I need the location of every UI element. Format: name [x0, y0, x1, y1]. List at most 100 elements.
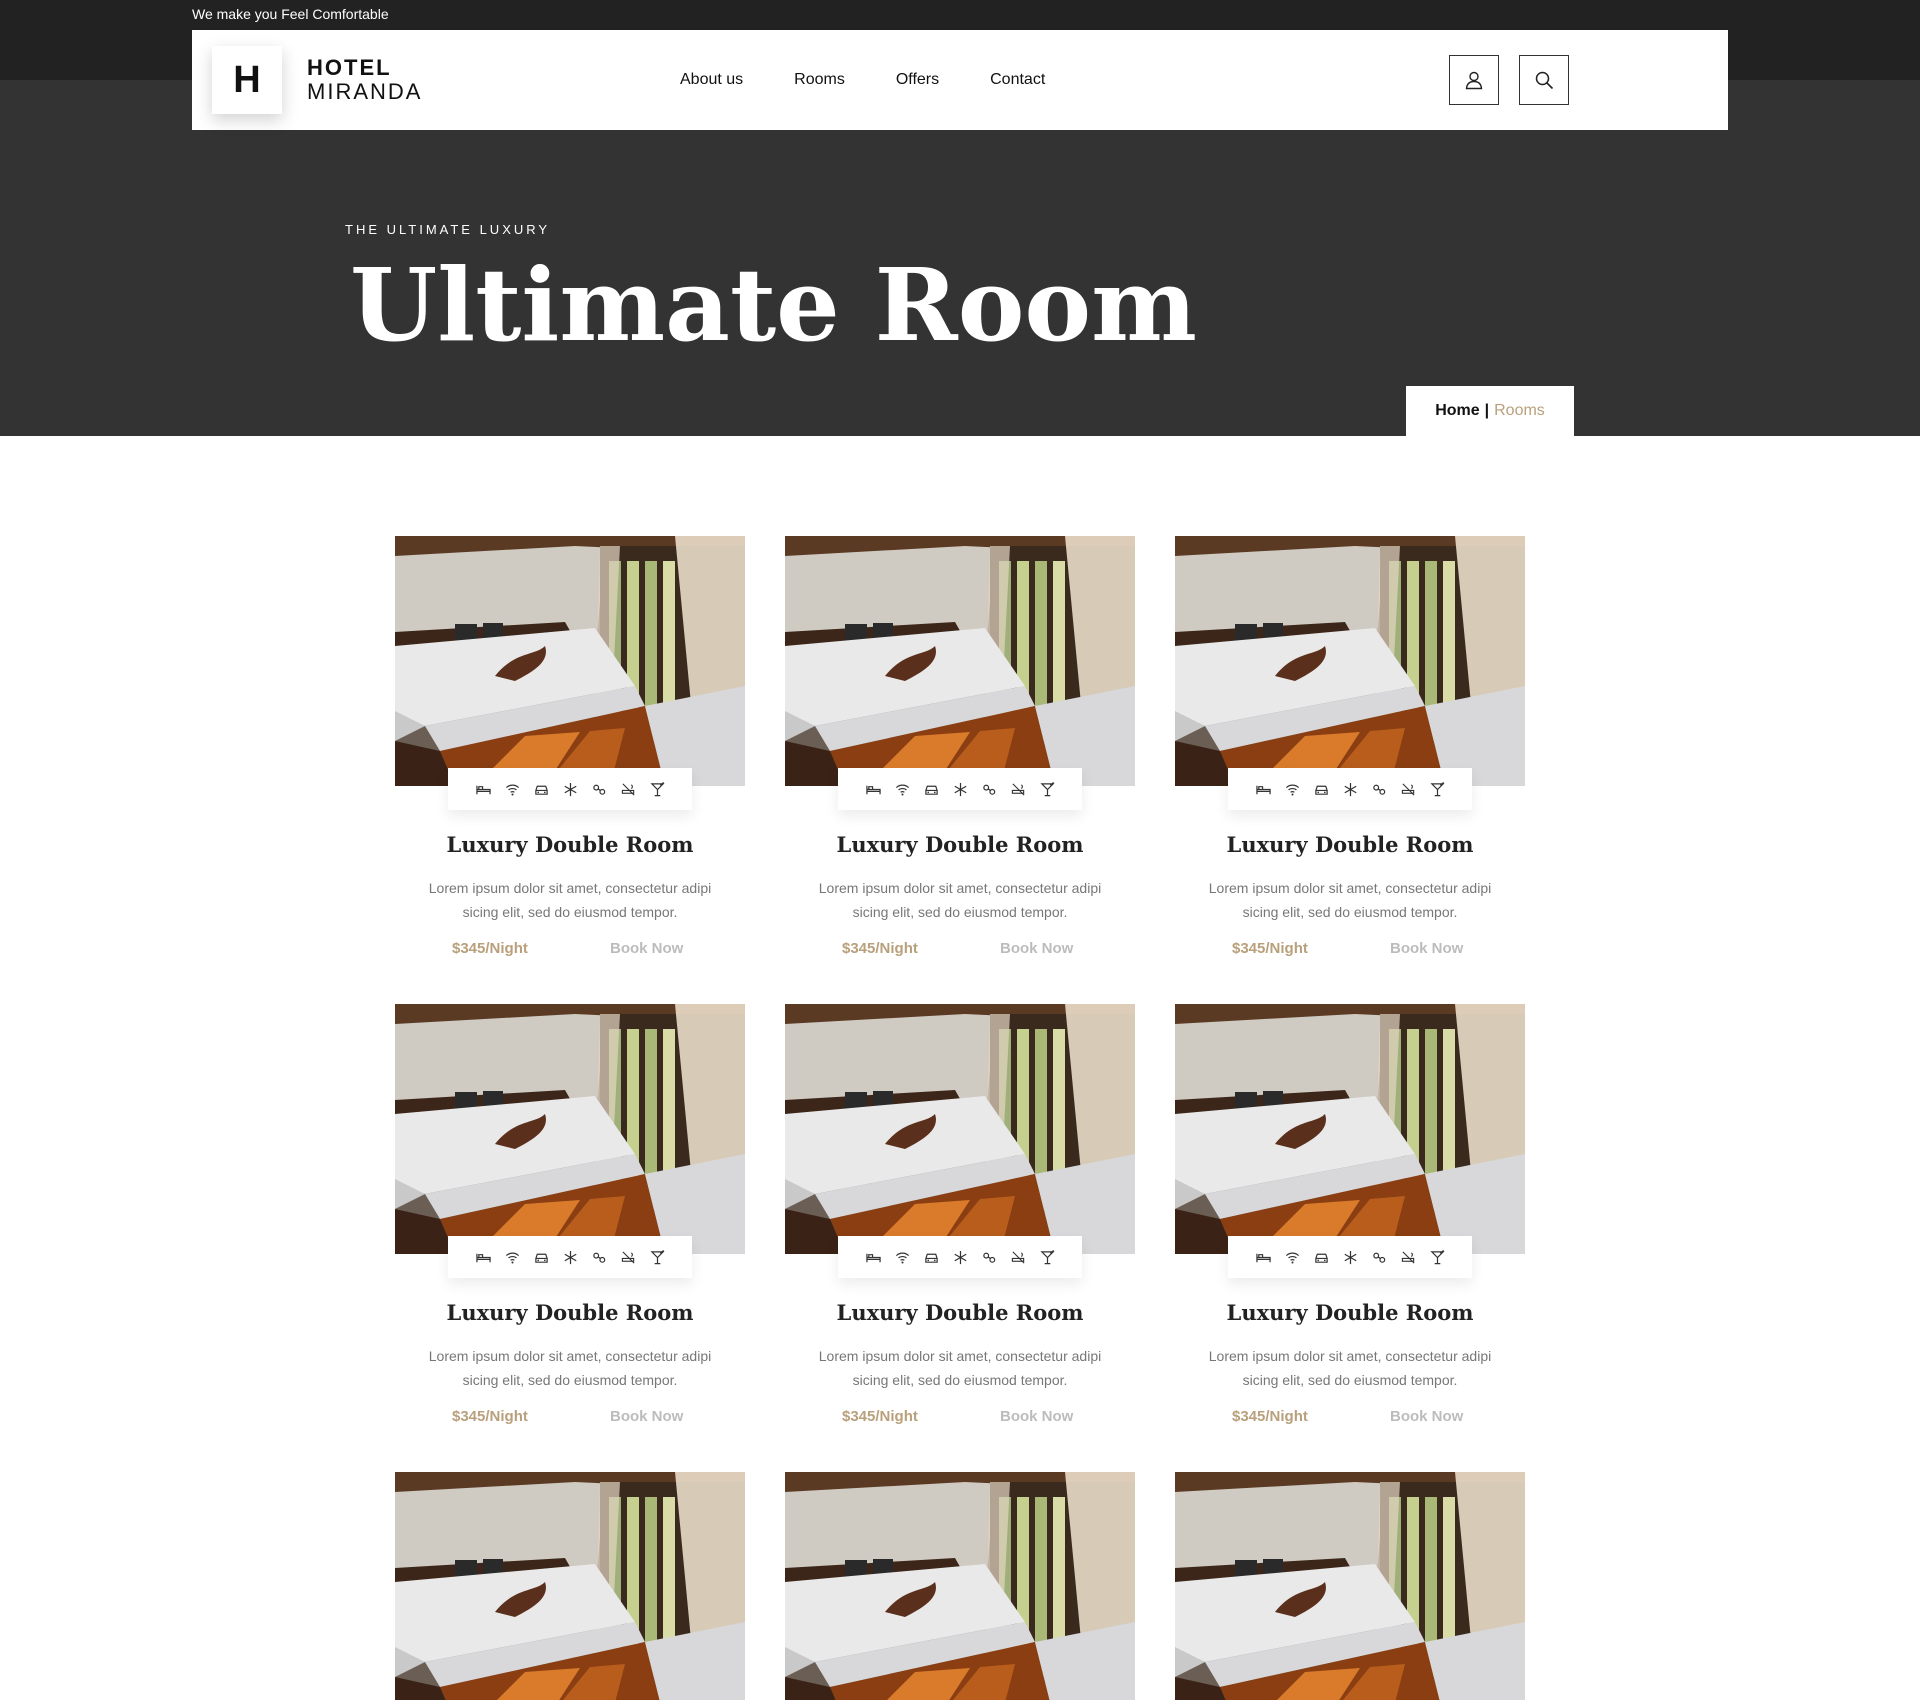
site-header: H HOTEL MIRANDA About us Rooms Offers Co…	[192, 30, 1728, 130]
pets-icon	[981, 781, 998, 798]
room-price: $345/Night	[1232, 1408, 1308, 1425]
room-price: $345/Night	[452, 1408, 528, 1425]
room-photo[interactable]	[1175, 1004, 1525, 1254]
cocktail-icon	[649, 781, 666, 798]
book-now-link[interactable]: Book Now	[1000, 1408, 1073, 1425]
pets-icon	[1371, 781, 1388, 798]
amenities-bar	[838, 1236, 1082, 1278]
bed-icon	[865, 781, 882, 798]
room-title[interactable]: Luxury Double Room	[785, 832, 1135, 857]
breadcrumb: Home | Rooms	[1406, 386, 1574, 436]
nav-contact[interactable]: Contact	[990, 71, 1045, 89]
no-smoking-icon	[1400, 1249, 1417, 1266]
wifi-icon	[504, 1249, 521, 1266]
no-smoking-icon	[620, 781, 637, 798]
wifi-icon	[894, 781, 911, 798]
room-title[interactable]: Luxury Double Room	[395, 1300, 745, 1325]
cocktail-icon	[1429, 1249, 1446, 1266]
no-smoking-icon	[1010, 781, 1027, 798]
book-now-link[interactable]: Book Now	[1390, 940, 1463, 957]
wifi-icon	[894, 1249, 911, 1266]
snowflake-icon	[952, 781, 969, 798]
room-description: Lorem ipsum dolor sit amet, consectetur …	[428, 1348, 712, 1388]
amenities-bar	[448, 768, 692, 810]
bed-icon	[475, 781, 492, 798]
room-title[interactable]: Luxury Double Room	[785, 1300, 1135, 1325]
room-title[interactable]: Luxury Double Room	[395, 832, 745, 857]
amenities-bar	[1228, 768, 1472, 810]
logo-text[interactable]: HOTEL MIRANDA	[307, 56, 422, 104]
snowflake-icon	[562, 781, 579, 798]
logo-line-2: MIRANDA	[307, 79, 423, 104]
room-photo[interactable]	[785, 1472, 1135, 1700]
snowflake-icon	[1342, 781, 1359, 798]
room-title[interactable]: Luxury Double Room	[1175, 832, 1525, 857]
car-icon	[533, 781, 550, 798]
search-button[interactable]	[1519, 55, 1569, 105]
book-now-link[interactable]: Book Now	[1000, 940, 1073, 957]
car-icon	[1313, 1249, 1330, 1266]
breadcrumb-separator: |	[1484, 402, 1490, 419]
room-description: Lorem ipsum dolor sit amet, consectetur …	[818, 880, 1102, 920]
room-description: Lorem ipsum dolor sit amet, consectetur …	[428, 880, 712, 920]
room-price: $345/Night	[842, 1408, 918, 1425]
pets-icon	[1371, 1249, 1388, 1266]
car-icon	[923, 781, 940, 798]
amenities-bar	[838, 768, 1082, 810]
wifi-icon	[1284, 781, 1301, 798]
wifi-icon	[1284, 1249, 1301, 1266]
amenities-bar	[1228, 1236, 1472, 1278]
room-photo[interactable]	[395, 1004, 745, 1254]
breadcrumb-home[interactable]: Home	[1435, 402, 1479, 420]
user-icon	[1465, 71, 1483, 90]
room-description: Lorem ipsum dolor sit amet, consectetur …	[818, 1348, 1102, 1388]
nav-offers[interactable]: Offers	[896, 71, 939, 89]
car-icon	[533, 1249, 550, 1266]
room-photo[interactable]	[785, 1004, 1135, 1254]
nav-about-us[interactable]: About us	[680, 71, 743, 89]
account-button[interactable]	[1449, 55, 1499, 105]
logo-line-1: HOTEL	[307, 55, 392, 80]
snowflake-icon	[952, 1249, 969, 1266]
nav-rooms[interactable]: Rooms	[794, 71, 845, 89]
room-photo[interactable]	[395, 536, 745, 786]
top-tagline: We make you Feel Comfortable	[192, 6, 389, 22]
pets-icon	[981, 1249, 998, 1266]
room-photo[interactable]	[1175, 1472, 1525, 1700]
bed-icon	[865, 1249, 882, 1266]
cocktail-icon	[649, 1249, 666, 1266]
no-smoking-icon	[1400, 781, 1417, 798]
snowflake-icon	[1342, 1249, 1359, 1266]
snowflake-icon	[562, 1249, 579, 1266]
room-photo[interactable]	[785, 536, 1135, 786]
room-description: Lorem ipsum dolor sit amet, consectetur …	[1208, 1348, 1492, 1388]
amenities-bar	[448, 1236, 692, 1278]
room-title[interactable]: Luxury Double Room	[1175, 1300, 1525, 1325]
cocktail-icon	[1039, 781, 1056, 798]
breadcrumb-current: Rooms	[1494, 402, 1545, 419]
logo-mark[interactable]: H	[212, 46, 282, 114]
main-nav: About us Rooms Offers Contact	[680, 30, 1096, 130]
bed-icon	[1255, 1249, 1272, 1266]
bed-icon	[475, 1249, 492, 1266]
cocktail-icon	[1039, 1249, 1056, 1266]
pets-icon	[591, 781, 608, 798]
pets-icon	[591, 1249, 608, 1266]
book-now-link[interactable]: Book Now	[610, 940, 683, 957]
page-title: Ultimate Room	[350, 246, 1197, 364]
room-price: $345/Night	[452, 940, 528, 957]
room-price: $345/Night	[1232, 940, 1308, 957]
room-price: $345/Night	[842, 940, 918, 957]
cocktail-icon	[1429, 781, 1446, 798]
book-now-link[interactable]: Book Now	[610, 1408, 683, 1425]
room-photo[interactable]	[395, 1472, 745, 1700]
search-icon	[1535, 71, 1554, 90]
room-photo[interactable]	[1175, 536, 1525, 786]
book-now-link[interactable]: Book Now	[1390, 1408, 1463, 1425]
room-description: Lorem ipsum dolor sit amet, consectetur …	[1208, 880, 1492, 920]
car-icon	[923, 1249, 940, 1266]
no-smoking-icon	[1010, 1249, 1027, 1266]
no-smoking-icon	[620, 1249, 637, 1266]
hero-eyebrow: THE ULTIMATE LUXURY	[345, 222, 551, 237]
wifi-icon	[504, 781, 521, 798]
